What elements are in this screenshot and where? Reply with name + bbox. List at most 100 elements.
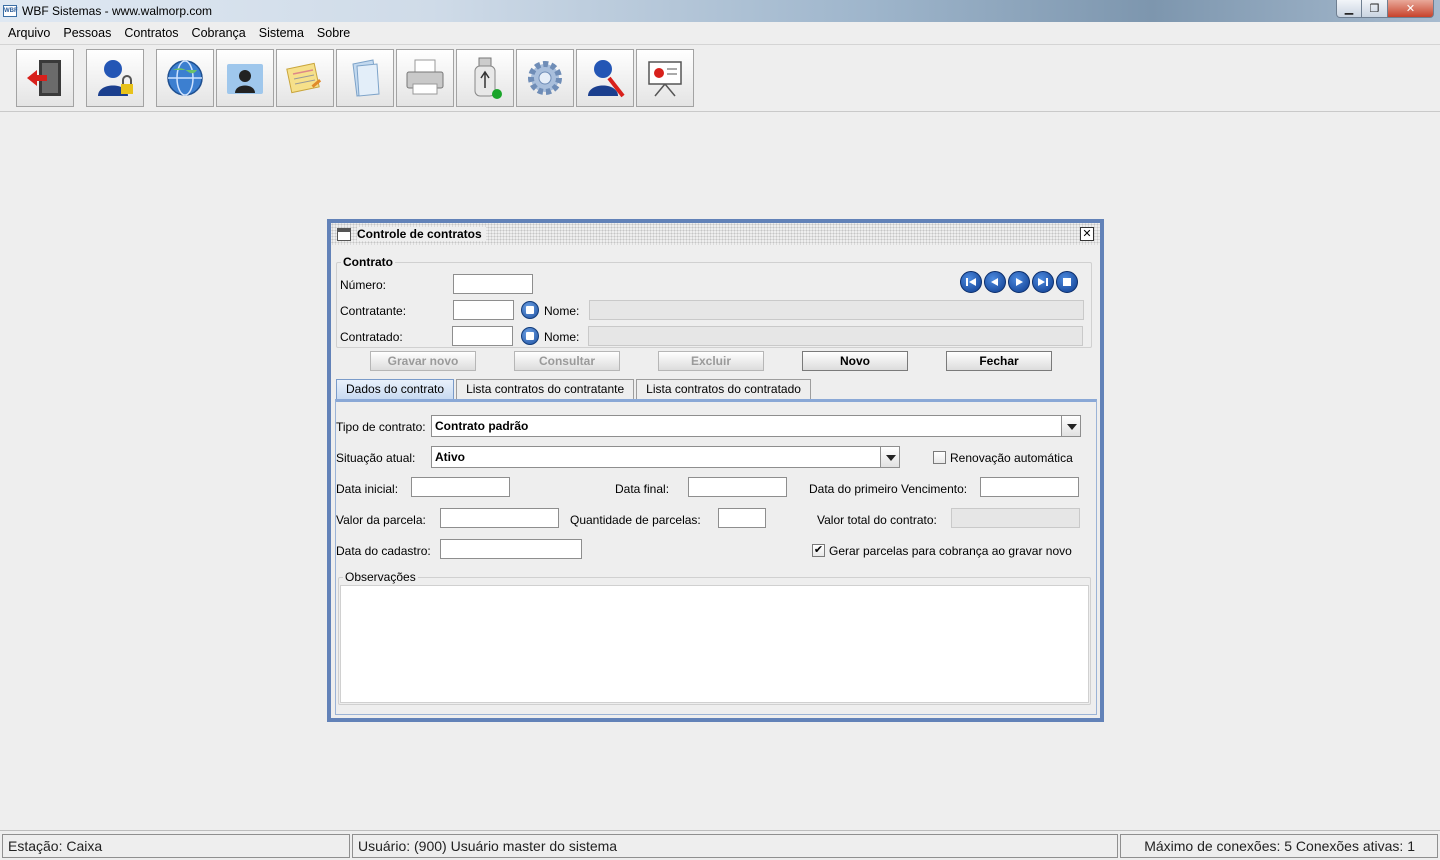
folder-icon <box>352 59 380 97</box>
data-final-field[interactable] <box>688 477 787 497</box>
gravar-novo-button[interactable]: Gravar novo <box>370 351 476 371</box>
toolbar-presentation-button[interactable] <box>636 49 694 107</box>
first-record-icon <box>966 278 976 286</box>
nav-stop-button[interactable] <box>1056 271 1078 293</box>
data-inicial-field[interactable] <box>411 477 510 497</box>
nav-previous-button[interactable] <box>984 271 1006 293</box>
frame-window-icon <box>337 227 351 241</box>
status-estacao: Estação: Caixa <box>2 834 350 858</box>
globe-icon <box>167 60 203 96</box>
toolbar-print-button[interactable] <box>396 49 454 107</box>
toolbar-user-tools-button[interactable] <box>576 49 634 107</box>
nav-next-button[interactable] <box>1008 271 1030 293</box>
restore-button[interactable]: ❐ <box>1362 0 1388 18</box>
primeiro-vencimento-field[interactable] <box>980 477 1079 497</box>
gerar-parcelas-checkbox[interactable]: ✔ <box>812 544 825 557</box>
observacoes-label: Observações <box>343 570 418 584</box>
menu-pessoas[interactable]: Pessoas <box>63 26 111 40</box>
tab-dados-do-contrato[interactable]: Dados do contrato <box>336 379 455 399</box>
menu-sistema[interactable]: Sistema <box>259 26 304 40</box>
tab-strip: Dados do contrato Lista contratos do con… <box>336 379 813 399</box>
next-record-icon <box>1016 278 1023 286</box>
close-window-button[interactable]: ✕ <box>1388 0 1434 18</box>
nav-first-button[interactable] <box>960 271 982 293</box>
contratado-lookup-button[interactable] <box>521 327 539 345</box>
renovacao-label: Renovação automática <box>950 451 1073 465</box>
situacao-label: Situação atual: <box>336 451 416 465</box>
contratante-field[interactable] <box>453 300 514 320</box>
primeiro-vencimento-label: Data do primeiro Vencimento: <box>809 482 968 496</box>
contract-control-window: Controle de contratos ✕ Contrato Número:… <box>327 219 1104 722</box>
valor-parcela-label: Valor da parcela: <box>336 513 426 527</box>
situacao-select[interactable]: Ativo <box>431 446 900 468</box>
data-cadastro-field[interactable] <box>440 539 582 559</box>
quantidade-parcelas-field[interactable] <box>718 508 766 528</box>
toolbar-usb-button[interactable] <box>456 49 514 107</box>
internal-frame-title-bar[interactable]: Controle de contratos ✕ <box>331 223 1100 245</box>
contact-folder-icon <box>227 64 263 94</box>
chevron-down-icon[interactable] <box>1061 416 1080 436</box>
consultar-button[interactable]: Consultar <box>514 351 620 371</box>
status-usuario: Usuário: (900) Usuário master do sistema <box>352 834 1118 858</box>
window-title-bar: WBF WBF Sistemas - www.walmorp.com ▁ ❐ ✕ <box>0 0 1440 22</box>
window-controls: ▁ ❐ ✕ <box>1336 0 1434 18</box>
toolbar-contacts-button[interactable] <box>216 49 274 107</box>
tipo-contrato-label: Tipo de contrato: <box>336 420 426 434</box>
contratado-field[interactable] <box>452 326 513 346</box>
menu-cobranca[interactable]: Cobrança <box>192 26 246 40</box>
numero-label: Número: <box>340 278 387 292</box>
notes-icon <box>286 62 322 94</box>
chevron-down-icon[interactable] <box>880 447 899 467</box>
stop-icon <box>1063 278 1071 286</box>
numero-field[interactable] <box>453 274 533 294</box>
presentation-board-icon <box>648 61 682 97</box>
toolbar-globe-button[interactable] <box>156 49 214 107</box>
data-cadastro-label: Data do cadastro: <box>336 544 431 558</box>
tipo-contrato-value: Contrato padrão <box>435 419 529 433</box>
nav-last-button[interactable] <box>1032 271 1054 293</box>
valor-parcela-field[interactable] <box>440 508 559 528</box>
last-record-icon <box>1038 278 1048 286</box>
toolbar-folder-button[interactable] <box>336 49 394 107</box>
frame-close-button[interactable]: ✕ <box>1080 227 1094 241</box>
usb-drive-icon <box>474 57 502 99</box>
menu-bar: Arquivo Pessoas Contratos Cobrança Siste… <box>0 22 1440 45</box>
contrato-group-label: Contrato <box>341 255 395 269</box>
observacoes-textarea[interactable] <box>340 585 1089 703</box>
frame-title: Controle de contratos <box>357 227 486 241</box>
menu-arquivo[interactable]: Arquivo <box>8 26 50 40</box>
contratado-label: Contratado: <box>340 330 403 344</box>
toolbar-settings-button[interactable] <box>516 49 574 107</box>
toolbar-user-lock-button[interactable] <box>86 49 144 107</box>
contratante-nome-label: Nome: <box>544 304 580 318</box>
contratante-lookup-button[interactable] <box>521 301 539 319</box>
data-inicial-label: Data inicial: <box>336 482 399 496</box>
toolbar <box>0 46 1440 112</box>
contratante-nome-field <box>589 300 1084 320</box>
fechar-button[interactable]: Fechar <box>946 351 1052 371</box>
renovacao-checkbox[interactable] <box>933 451 946 464</box>
minimize-button[interactable]: ▁ <box>1336 0 1362 18</box>
toolbar-notes-button[interactable] <box>276 49 334 107</box>
app-logo-icon: WBF <box>3 5 18 17</box>
printer-icon <box>406 59 444 95</box>
toolbar-exit-button[interactable] <box>16 49 74 107</box>
tipo-contrato-select[interactable]: Contrato padrão <box>431 415 1081 437</box>
valor-total-label: Valor total do contrato: <box>817 513 937 527</box>
exit-door-icon <box>27 60 61 96</box>
novo-button[interactable]: Novo <box>802 351 908 371</box>
valor-total-field <box>951 508 1080 528</box>
window-title: WBF Sistemas - www.walmorp.com <box>22 4 213 18</box>
situacao-value: Ativo <box>435 450 465 464</box>
user-lock-icon <box>98 60 133 96</box>
contratante-label: Contratante: <box>340 304 407 318</box>
gerar-parcelas-label: Gerar parcelas para cobrança ao gravar n… <box>829 544 1072 558</box>
tab-lista-contratante[interactable]: Lista contratos do contratante <box>456 379 635 399</box>
quantidade-parcelas-label: Quantidade de parcelas: <box>570 513 701 527</box>
user-tools-icon <box>588 60 625 98</box>
excluir-button[interactable]: Excluir <box>658 351 764 371</box>
status-conexoes: Máximo de conexões: 5 Conexões ativas: 1 <box>1120 834 1438 858</box>
tab-lista-contratado[interactable]: Lista contratos do contratado <box>636 379 811 399</box>
menu-contratos[interactable]: Contratos <box>124 26 178 40</box>
menu-sobre[interactable]: Sobre <box>317 26 350 40</box>
